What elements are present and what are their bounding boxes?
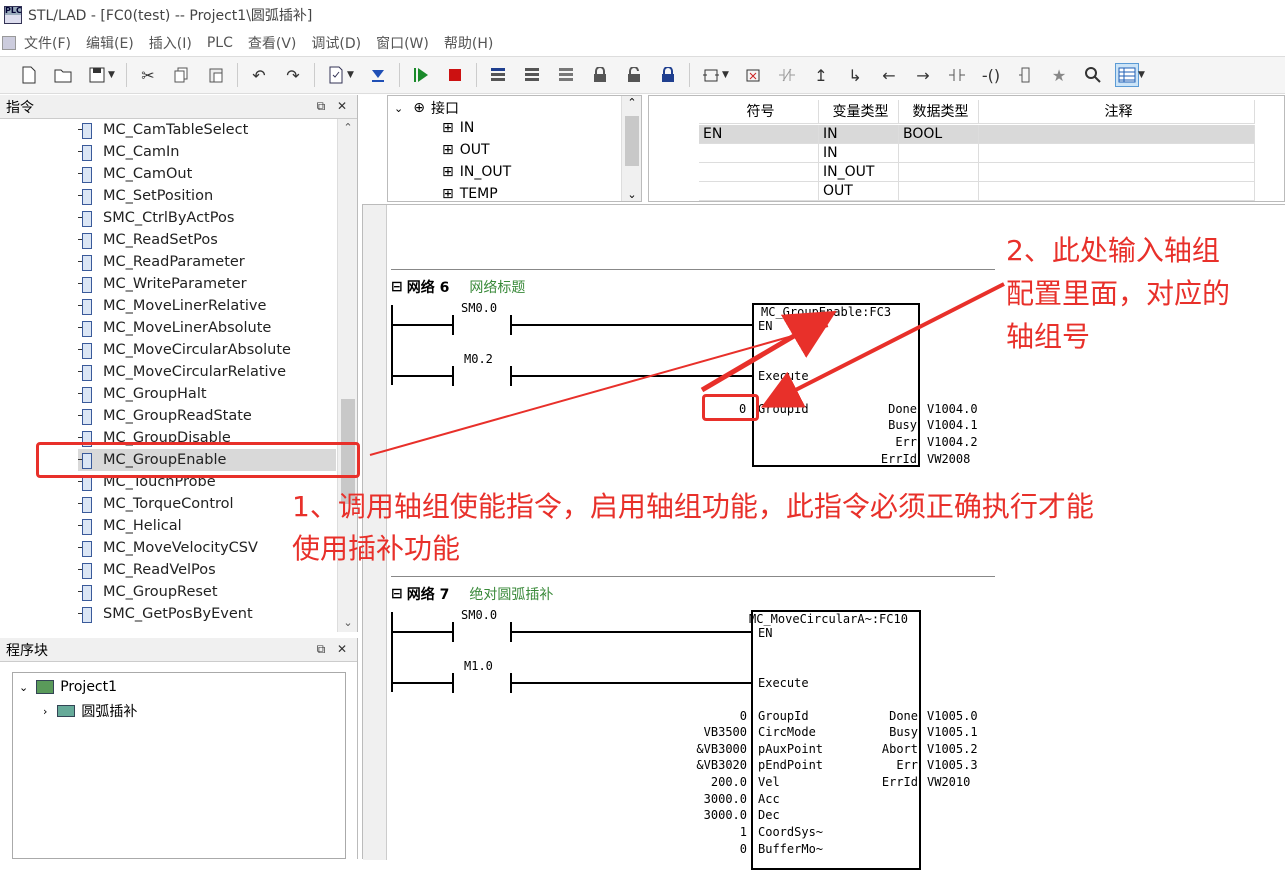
arrow-line bbox=[369, 325, 829, 456]
arrow-to-groupid bbox=[760, 282, 1005, 408]
annotation-note2-line2: 配置里面，对应的 bbox=[1006, 277, 1231, 310]
annotation-note2-line3: 轴组号 bbox=[1006, 320, 1091, 353]
annotation-note1-line1: 1、调用轴组使能指令，启用轴组功能，此指令必须正确执行才能 bbox=[292, 490, 1094, 523]
annotation-arrows bbox=[369, 282, 1005, 456]
arrow-to-block bbox=[700, 310, 837, 393]
annotation-note2-line1: 2、此处输入轴组 bbox=[1006, 234, 1220, 267]
annotation-note1-line2: 使用插补功能 bbox=[292, 532, 461, 565]
